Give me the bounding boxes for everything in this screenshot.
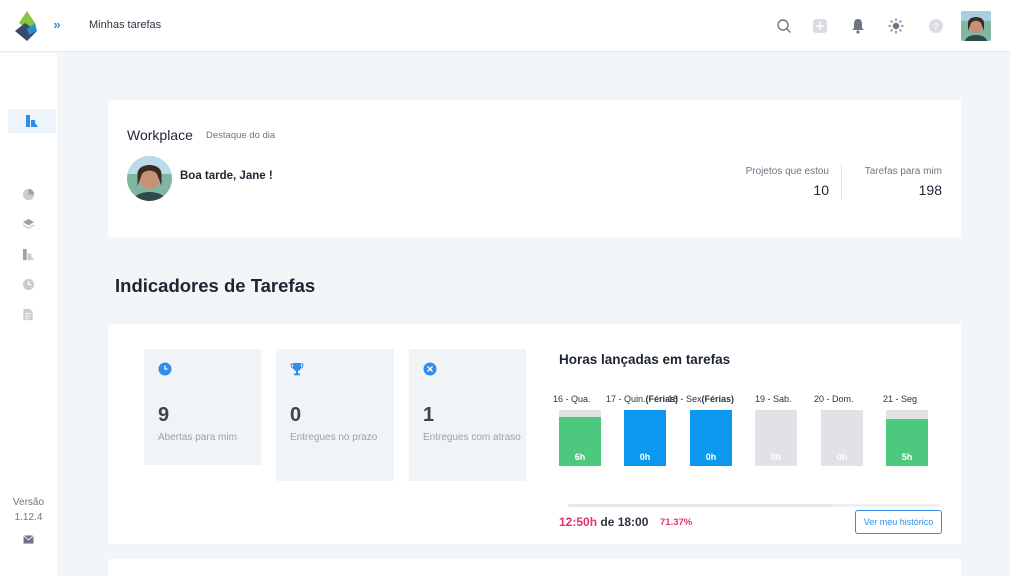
greeting-avatar [127,156,172,201]
projects-icon [22,248,34,260]
indicator-value: 0 [290,404,302,426]
tasks-stat-value[interactable]: 198 [848,182,942,198]
sidebar-item-dashboard[interactable] [8,109,56,133]
x-circle-icon [423,362,437,376]
add-icon[interactable] [811,17,829,35]
day-label-text: 18 - Sex [668,394,702,404]
indicator-label: Entregues no prazo [290,432,378,443]
trophy-icon [290,363,304,376]
day-label: 18 - Sex(Férias) [668,394,734,404]
user-avatar[interactable] [961,11,991,41]
day-label: 21 - Seg [883,394,917,404]
sidebar-item-layers[interactable] [16,212,40,236]
hours-worked-value: 12:50h [559,515,598,529]
search-icon[interactable] [775,17,793,35]
workplace-subtitle: Destaque do dia [206,130,276,141]
hours-worked: 12:50h de 18:00 [559,515,648,529]
scrollbar-track[interactable] [1010,0,1024,576]
day-label-text: 20 - Dom. [814,394,854,404]
day-label-text: 17 - Quin. [606,394,646,404]
indicator-late[interactable]: 1 Entregues com atraso [409,349,526,481]
indicators-card: 9 Abertas para mim 0 Entregues no prazo … [108,324,961,544]
sidebar-item-mail[interactable] [16,527,40,551]
view-history-button[interactable]: Ver meu histórico [855,510,942,534]
indicator-on-time[interactable]: 0 Entregues no prazo [276,349,394,481]
day-label-text: 16 - Qua. [553,394,591,404]
sidebar-item-projects[interactable] [16,242,40,266]
indicator-label: Entregues com atraso [423,432,521,443]
app-logo[interactable] [13,9,41,43]
indicator-label: Abertas para mim [158,432,237,443]
page-title: Minhas tarefas [89,19,162,31]
clock-icon [158,362,172,376]
day-hours: 5h [901,452,913,462]
day-bar[interactable]: 0h [624,410,666,466]
workplace-title: Workplace [127,127,193,143]
hours-total: de 18:00 [600,515,649,529]
dashboard-icon [26,115,38,127]
mail-icon [22,534,34,544]
day-label: 20 - Dom. [814,394,854,404]
day-bar[interactable]: 6h [559,410,601,466]
sidebar: Versão 1.12.4 [0,53,57,576]
day-hours: 0h [705,452,717,462]
sidebar-item-reports[interactable] [16,182,40,206]
hours-chart: 16 - Qua. 6h 17 - Quin. (Férias) 0h 18 - Sex(… [553,394,948,470]
next-card [108,559,961,576]
bell-icon[interactable] [849,17,867,35]
day-tag: (Férias) [701,394,735,404]
sidebar-item-documents[interactable] [16,302,40,326]
svg-text:?: ? [933,22,939,32]
day-hours: 6h [574,452,586,462]
day-hours: 0h [639,452,651,462]
document-icon [23,308,33,320]
workplace-card: Workplace Destaque do dia Boa tarde, Jan… [108,100,961,237]
hours-progress-fill [568,504,834,507]
projects-stat-value[interactable]: 10 [708,182,829,198]
hours-progress-bar [568,504,940,507]
top-bar: » Minhas tarefas ? [0,0,1010,52]
day-label: 16 - Qua. [553,394,591,404]
tasks-stat-label: Tarefas para mim [864,166,942,177]
layers-icon [22,218,34,229]
stats-divider [841,164,842,200]
section-title: Indicadores de Tarefas [115,275,316,296]
hours-percent: 71.37% [660,517,693,528]
day-bar[interactable]: 0h [690,410,732,466]
day-bar[interactable]: 0h [755,410,797,466]
clock-icon [22,278,34,290]
indicator-value: 9 [158,404,170,426]
version-label: Versão [12,497,45,508]
sun-icon[interactable] [887,17,905,35]
help-icon[interactable]: ? [927,17,945,35]
day-hours: 0h [836,452,848,462]
indicator-open[interactable]: 9 Abertas para mim [144,349,261,465]
expand-sidebar-button[interactable]: » [46,14,68,36]
indicator-value: 1 [423,404,435,426]
day-label-text: 19 - Sab. [755,394,792,404]
sidebar-item-timesheet[interactable] [16,272,40,296]
day-bar[interactable]: 0h [821,410,863,466]
day-label: 19 - Sab. [755,394,792,404]
version-number: 1.12.4 [14,512,43,523]
projects-stat-label: Projetos que estou [745,166,829,177]
hours-title: Horas lançadas em tarefas [559,352,731,367]
day-hours: 0h [770,452,782,462]
day-label-text: 21 - Seg [883,394,918,404]
greeting-text: Boa tarde, Jane ! [180,170,273,182]
pie-chart-icon [22,188,34,200]
day-bar[interactable]: 5h [886,410,928,466]
